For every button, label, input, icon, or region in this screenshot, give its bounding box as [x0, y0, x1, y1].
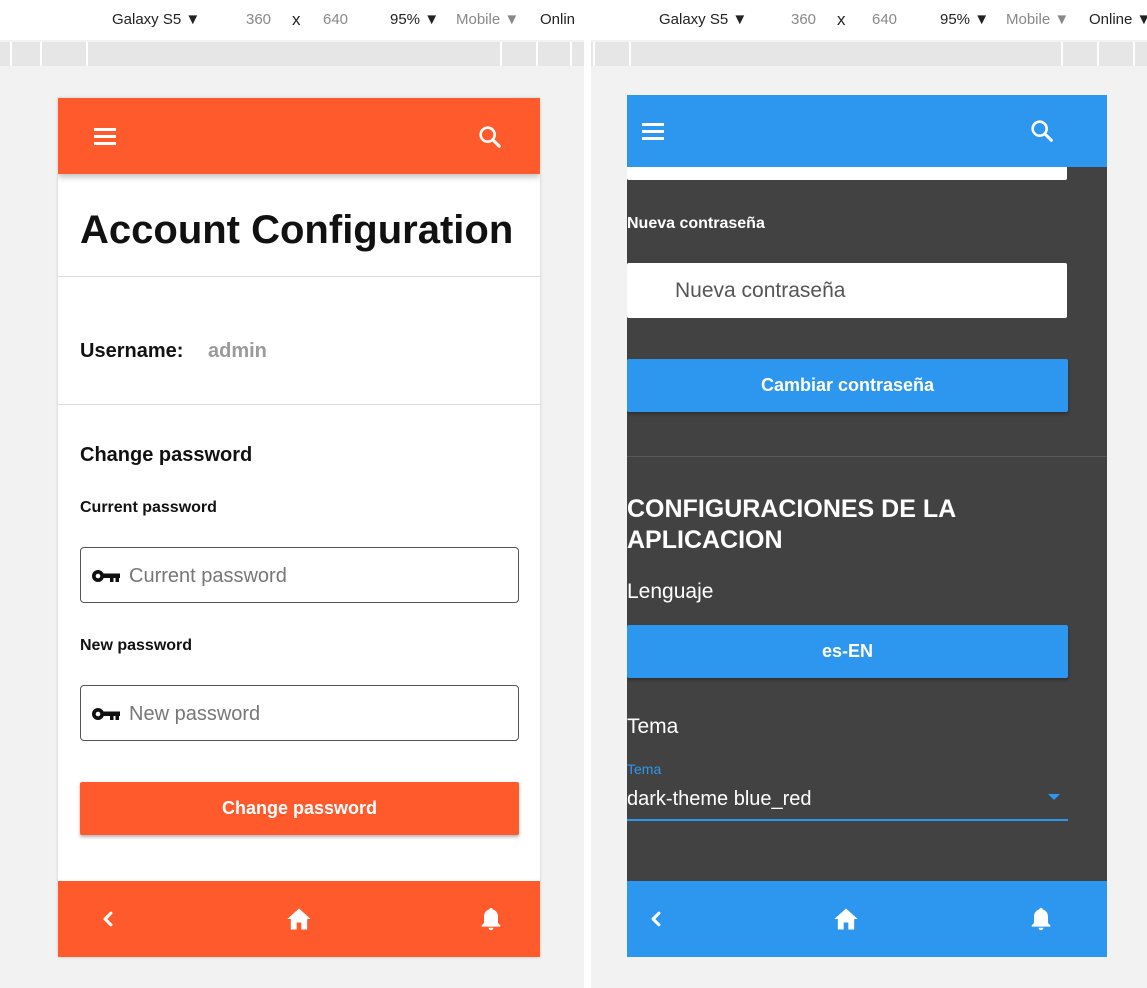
zoom-select[interactable]: 95% ▼ [390, 11, 439, 28]
network-select[interactable]: Onlin [540, 11, 575, 28]
new-password-field[interactable]: New password [80, 685, 519, 741]
new-password-label: New password [80, 637, 193, 654]
network-select[interactable]: Online ▼ [1089, 11, 1147, 28]
media-query-ruler [591, 42, 1147, 66]
chevron-left-icon[interactable] [94, 905, 122, 933]
new-password-field[interactable]: Nueva contraseña [627, 263, 1067, 318]
section-title-line1: CONFIGURACIONES DE LA [627, 495, 957, 523]
mode-select[interactable]: Mobile ▼ [1006, 11, 1069, 28]
media-query-ruler [0, 42, 584, 66]
device-height[interactable]: 640 [323, 11, 348, 28]
device-width[interactable]: 360 [246, 11, 271, 28]
bell-icon[interactable] [477, 905, 505, 933]
device-select[interactable]: Galaxy S5 ▼ [112, 11, 200, 28]
divider [58, 276, 540, 277]
home-icon[interactable] [832, 905, 860, 933]
right-panel: Galaxy S5 ▼ 360 x 640 95% ▼ Mobile ▼ Onl… [591, 0, 1147, 988]
search-icon[interactable] [476, 123, 504, 151]
current-password-placeholder: Current password [129, 565, 287, 587]
bottom-nav [627, 881, 1107, 957]
page-title: Account Configuration [80, 208, 514, 252]
new-password-placeholder: Nueva contraseña [675, 279, 846, 302]
new-password-label: Nueva contraseña [627, 215, 765, 232]
section-title-line2: APLICACION [627, 526, 783, 554]
key-icon [92, 570, 120, 582]
zoom-select[interactable]: 95% ▼ [940, 11, 989, 28]
new-password-placeholder: New password [129, 703, 261, 725]
dimension-separator: x [837, 10, 846, 29]
username-value: admin [208, 340, 267, 362]
change-password-button[interactable]: Change password [80, 782, 519, 835]
theme-select-value: dark-theme blue_red [627, 788, 812, 810]
left-panel: Galaxy S5 ▼ 360 x 640 95% ▼ Mobile ▼ Onl… [0, 0, 584, 988]
change-password-button[interactable]: Cambiar contraseña [627, 359, 1068, 412]
key-icon [92, 708, 120, 720]
devtools-toolbar: Galaxy S5 ▼ 360 x 640 95% ▼ Mobile ▼ Onl… [0, 0, 584, 40]
divider [58, 404, 540, 405]
app-bar [58, 98, 540, 174]
theme-select[interactable]: Tema dark-theme blue_red [627, 759, 1068, 821]
divider [627, 456, 1107, 457]
section-title: Change password [80, 444, 253, 466]
language-label: Lenguaje [627, 580, 714, 603]
devtools-toolbar: Galaxy S5 ▼ 360 x 640 95% ▼ Mobile ▼ Onl… [591, 0, 1147, 40]
hamburger-icon[interactable] [642, 123, 664, 140]
username-label: Username: [80, 340, 184, 362]
theme-select-floating-label: Tema [627, 761, 662, 777]
hamburger-icon[interactable] [94, 128, 116, 145]
bell-icon[interactable] [1027, 905, 1055, 933]
caret-down-icon [1048, 794, 1060, 800]
app-bar [627, 95, 1107, 167]
mobile-viewport: Account Configuration Username: admin Ch… [58, 98, 540, 957]
theme-label: Tema [627, 715, 679, 738]
chevron-left-icon[interactable] [642, 905, 670, 933]
bottom-nav [58, 881, 540, 957]
mobile-viewport: Nueva contraseña Nueva contraseña Cambia… [627, 95, 1107, 957]
current-password-label: Current password [80, 499, 217, 516]
language-button[interactable]: es-EN [627, 625, 1068, 678]
current-password-field[interactable]: Current password [80, 547, 519, 603]
mode-select[interactable]: Mobile ▼ [456, 11, 519, 28]
device-width[interactable]: 360 [791, 11, 816, 28]
dimension-separator: x [292, 10, 301, 29]
search-icon[interactable] [1028, 117, 1056, 145]
home-icon[interactable] [285, 905, 313, 933]
device-select[interactable]: Galaxy S5 ▼ [659, 11, 747, 28]
device-height[interactable]: 640 [872, 11, 897, 28]
